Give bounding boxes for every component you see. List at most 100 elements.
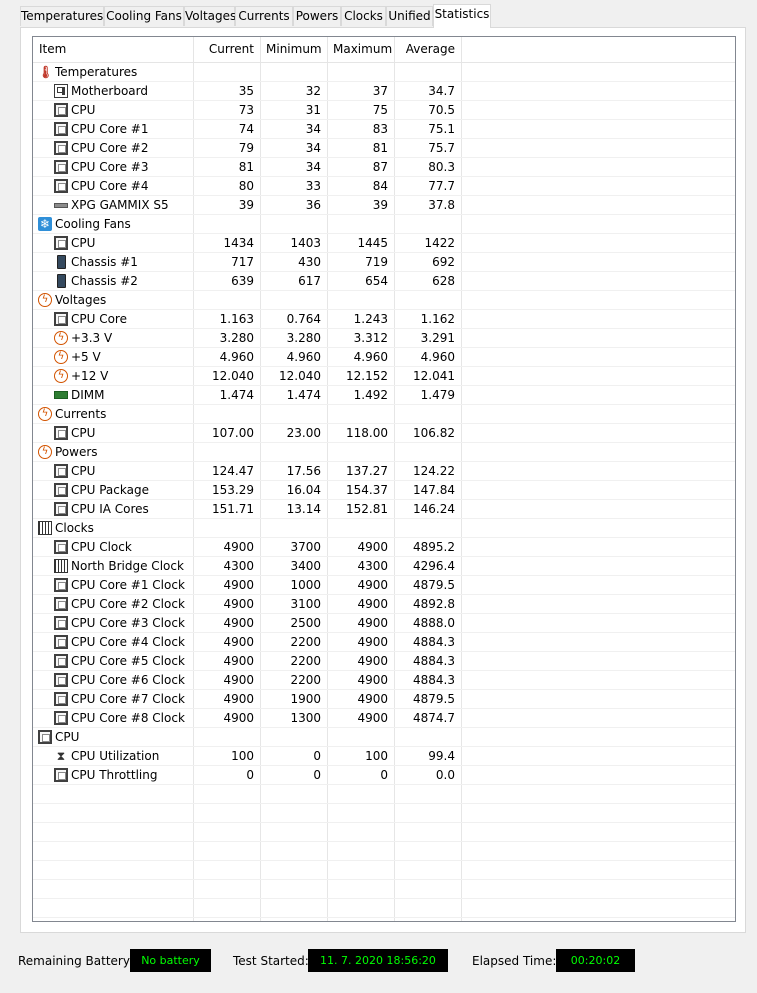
minimum-value: 1300: [290, 711, 321, 725]
item-name: CPU Core #3: [71, 160, 149, 174]
sensor-row[interactable]: CPU Core #8 Clock 4900 1300 4900 4874.7: [33, 709, 735, 728]
item-name: CPU Clock: [71, 540, 132, 554]
average-value: 12.041: [413, 369, 455, 383]
item-name: CPU Core #6 Clock: [71, 673, 185, 687]
test-started-label: Test Started:: [233, 954, 309, 968]
sensor-row[interactable]: CPU Core 1.163 0.764 1.243 1.162: [33, 310, 735, 329]
current-value: 74: [238, 122, 254, 136]
category-row[interactable]: ϟ Powers: [33, 443, 735, 462]
category-row[interactable]: 🌡 Temperatures: [33, 63, 735, 82]
current-value: 12.040: [212, 369, 254, 383]
average-value: 4884.3: [413, 654, 455, 668]
sensor-row[interactable]: CPU Core #5 Clock 4900 2200 4900 4884.3: [33, 652, 735, 671]
current-value: 4900: [223, 692, 254, 706]
column-header-maximum[interactable]: Maximum: [327, 37, 394, 62]
voltage-icon: ϟ: [54, 350, 68, 364]
minimum-value: 3100: [290, 597, 321, 611]
column-header-average[interactable]: Average: [394, 37, 461, 62]
minimum-value: 1000: [290, 578, 321, 592]
maximum-value: 4900: [357, 635, 388, 649]
tab-temperatures[interactable]: Temperatures: [20, 6, 104, 26]
chassis-icon: [57, 274, 66, 288]
cpu-icon: [54, 597, 68, 611]
sensor-row[interactable]: Chassis #1 717 430 719 692: [33, 253, 735, 272]
sensor-row[interactable]: CPU Core #2 Clock 4900 3100 4900 4892.8: [33, 595, 735, 614]
minimum-value: 3.280: [286, 331, 321, 345]
current-value: 1434: [223, 236, 254, 250]
voltage-icon: ϟ: [38, 293, 52, 307]
sensor-row[interactable]: ϟ +5 V 4.960 4.960 4.960 4.960: [33, 348, 735, 367]
current-value: 4900: [223, 673, 254, 687]
sensor-row[interactable]: CPU Core #4 Clock 4900 2200 4900 4884.3: [33, 633, 735, 652]
column-header-current[interactable]: Current: [193, 37, 260, 62]
average-value: 4895.2: [413, 540, 455, 554]
sensor-row[interactable]: CPU Core #3 81 34 87 80.3: [33, 158, 735, 177]
sensor-row[interactable]: CPU Throttling 0 0 0 0.0: [33, 766, 735, 785]
sensor-row[interactable]: CPU 124.47 17.56 137.27 124.22: [33, 462, 735, 481]
tab-clocks[interactable]: Clocks: [341, 6, 386, 26]
sensor-row[interactable]: CPU Core #3 Clock 4900 2500 4900 4888.0: [33, 614, 735, 633]
average-value: 80.3: [428, 160, 455, 174]
category-row[interactable]: Clocks: [33, 519, 735, 538]
empty-row: [33, 861, 735, 880]
maximum-value: 100: [365, 749, 388, 763]
sensor-row[interactable]: CPU Clock 4900 3700 4900 4895.2: [33, 538, 735, 557]
maximum-value: 4900: [357, 654, 388, 668]
sensor-row[interactable]: ϟ +12 V 12.040 12.040 12.152 12.041: [33, 367, 735, 386]
average-value: 628: [432, 274, 455, 288]
category-row[interactable]: ❄ Cooling Fans: [33, 215, 735, 234]
maximum-value: 4300: [357, 559, 388, 573]
tab-currents[interactable]: Currents: [235, 6, 293, 26]
sensor-row[interactable]: ⧗ CPU Utilization 100 0 100 99.4: [33, 747, 735, 766]
sensor-row[interactable]: Chassis #2 639 617 654 628: [33, 272, 735, 291]
average-value: 37.8: [428, 198, 455, 212]
sensor-row[interactable]: North Bridge Clock 4300 3400 4300 4296.4: [33, 557, 735, 576]
sensor-row[interactable]: CPU Core #4 80 33 84 77.7: [33, 177, 735, 196]
item-name: Chassis #2: [71, 274, 138, 288]
tab-cooling-fans[interactable]: Cooling Fans: [104, 6, 184, 26]
column-header-minimum[interactable]: Minimum: [260, 37, 327, 62]
maximum-value: 137.27: [346, 464, 388, 478]
maximum-value: 719: [365, 255, 388, 269]
sensor-row[interactable]: CPU Core #1 Clock 4900 1000 4900 4879.5: [33, 576, 735, 595]
cpu-icon: [54, 692, 68, 706]
sensor-row[interactable]: Motherboard 35 32 37 34.7: [33, 82, 735, 101]
sensor-row[interactable]: ϟ +3.3 V 3.280 3.280 3.312 3.291: [33, 329, 735, 348]
sensor-row[interactable]: XPG GAMMIX S5 39 36 39 37.8: [33, 196, 735, 215]
sensor-row[interactable]: CPU Core #2 79 34 81 75.7: [33, 139, 735, 158]
sensor-row[interactable]: CPU Core #1 74 34 83 75.1: [33, 120, 735, 139]
sensor-row[interactable]: CPU IA Cores 151.71 13.14 152.81 146.24: [33, 500, 735, 519]
minimum-value: 17.56: [286, 464, 321, 478]
tab-voltages[interactable]: Voltages: [184, 6, 236, 26]
maximum-value: 4900: [357, 597, 388, 611]
category-row[interactable]: ϟ Currents: [33, 405, 735, 424]
current-value: 35: [238, 84, 254, 98]
sensor-row[interactable]: CPU 107.00 23.00 118.00 106.82: [33, 424, 735, 443]
sensor-row[interactable]: CPU Package 153.29 16.04 154.37 147.84: [33, 481, 735, 500]
tab-statistics[interactable]: Statistics: [433, 4, 491, 28]
average-value: 0.0: [435, 768, 455, 782]
sensor-row[interactable]: DIMM 1.474 1.474 1.492 1.479: [33, 386, 735, 405]
minimum-value: 2200: [290, 654, 321, 668]
category-row[interactable]: ϟ Voltages: [33, 291, 735, 310]
cpu-icon: [54, 483, 68, 497]
maximum-value: 4900: [357, 578, 388, 592]
sensor-row[interactable]: CPU 73 31 75 70.5: [33, 101, 735, 120]
item-name: +5 V: [71, 350, 101, 364]
cpu-icon: [54, 673, 68, 687]
column-header-item[interactable]: Item: [33, 37, 193, 62]
tab-powers[interactable]: Powers: [293, 6, 341, 26]
average-value: 106.82: [413, 426, 455, 440]
sensor-row[interactable]: CPU Core #6 Clock 4900 2200 4900 4884.3: [33, 671, 735, 690]
item-name: CPU: [71, 426, 96, 440]
cpu-icon: [54, 711, 68, 725]
category-row[interactable]: CPU: [33, 728, 735, 747]
sensor-row[interactable]: CPU Core #7 Clock 4900 1900 4900 4879.5: [33, 690, 735, 709]
tab-unified[interactable]: Unified: [386, 6, 433, 26]
sensor-row[interactable]: CPU 1434 1403 1445 1422: [33, 234, 735, 253]
maximum-value: 654: [365, 274, 388, 288]
empty-row: [33, 899, 735, 918]
current-value: 124.47: [212, 464, 254, 478]
statistics-list[interactable]: Item Current Minimum Maximum Average 🌡 Te…: [32, 36, 736, 922]
average-value: 1.479: [420, 388, 455, 402]
